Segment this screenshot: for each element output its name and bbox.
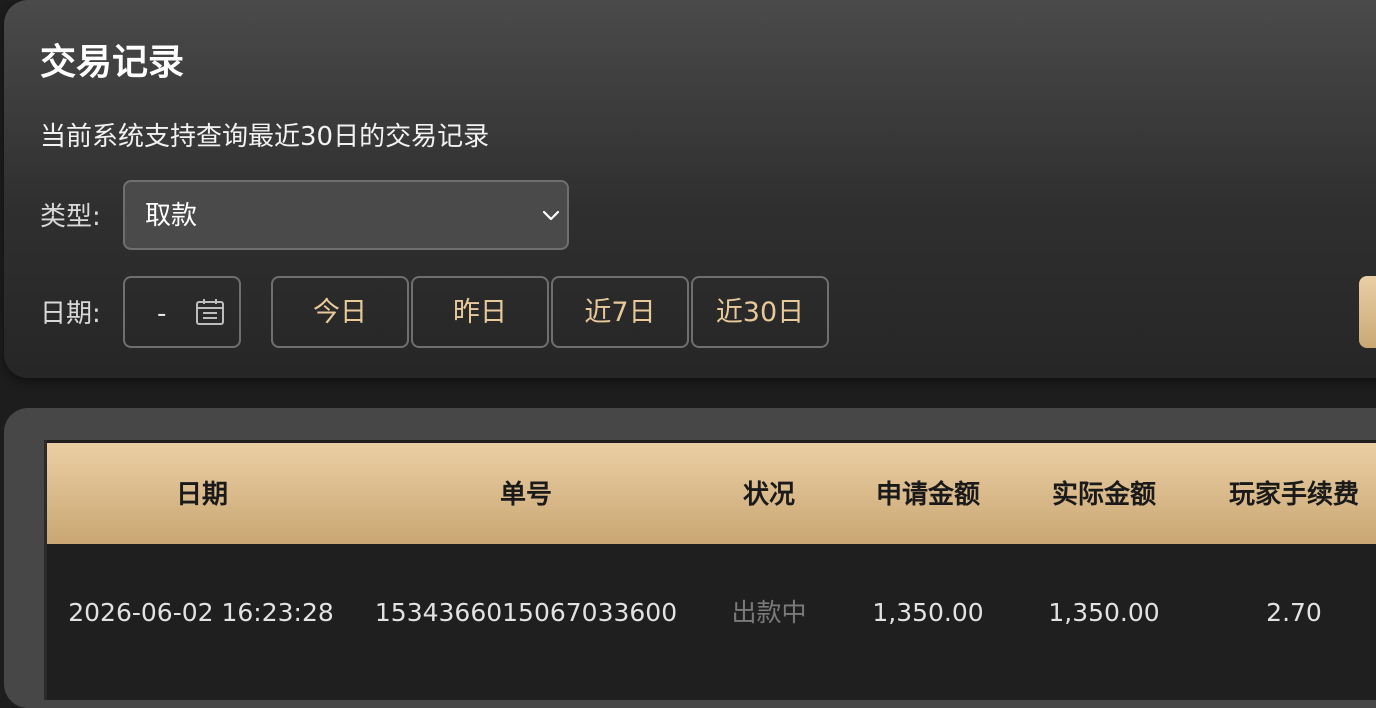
column-header-order-number: 单号 xyxy=(499,480,553,510)
chevron-down-icon xyxy=(542,210,560,221)
date-label: 日期: xyxy=(40,299,101,329)
quick-range-yesterday-button[interactable]: 昨日 xyxy=(411,276,549,348)
type-select[interactable]: 取款 xyxy=(123,180,569,250)
date-range-separator: - xyxy=(157,299,167,329)
type-label: 类型: xyxy=(40,202,101,232)
column-header-actual-amount: 实际金额 xyxy=(1051,480,1157,510)
cell-order-number: 1534366015067033600 xyxy=(374,598,678,627)
quick-range-30-days-button[interactable]: 近30日 xyxy=(691,276,829,348)
column-header-date: 日期 xyxy=(175,480,229,510)
type-select-value: 取款 xyxy=(145,201,198,231)
cell-player-fee: 2.70 xyxy=(1266,598,1322,627)
cell-actual-amount: 1,350.00 xyxy=(1048,598,1160,627)
calendar-icon xyxy=(196,299,224,325)
search-button[interactable] xyxy=(1359,276,1376,348)
quick-range-today-button[interactable]: 今日 xyxy=(271,276,409,348)
cell-date: 2026-06-02 16:23:28 xyxy=(68,598,334,627)
cell-status: 出款中 xyxy=(731,598,807,627)
quick-range-7-days-button[interactable]: 近7日 xyxy=(551,276,689,348)
column-header-status: 状况 xyxy=(742,480,796,510)
date-range-picker[interactable]: - xyxy=(123,276,241,348)
column-header-requested-amount: 申请金额 xyxy=(875,480,981,510)
page-subtitle: 当前系统支持查询最近30日的交易记录 xyxy=(40,122,490,152)
page-title: 交易记录 xyxy=(40,42,185,83)
column-header-player-fee: 玩家手续费 xyxy=(1228,480,1360,510)
table-header xyxy=(47,443,1376,544)
cell-requested-amount: 1,350.00 xyxy=(872,598,984,627)
